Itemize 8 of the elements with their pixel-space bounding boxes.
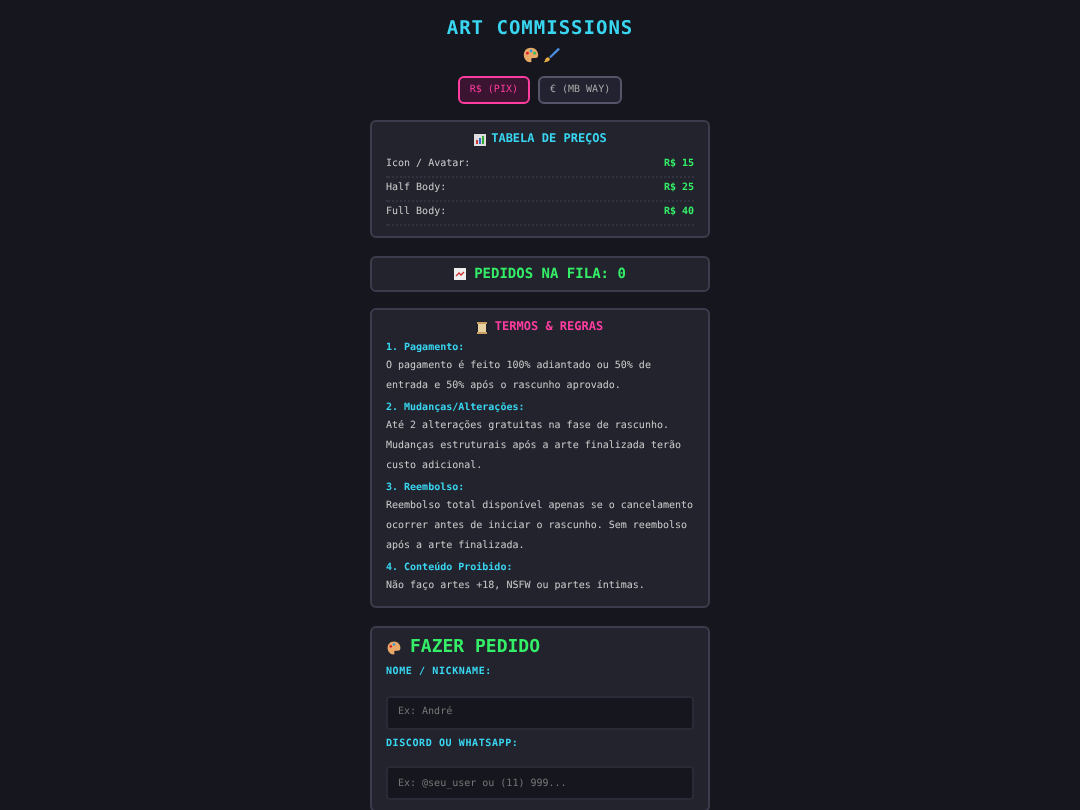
brush-icon — [541, 46, 559, 64]
chart-icon — [454, 268, 467, 280]
form-title: FAZER PEDIDO — [410, 638, 541, 658]
page-title: ART COMMISSIONS — [446, 18, 634, 40]
palette-icon — [386, 640, 402, 656]
scroll-icon — [476, 321, 489, 333]
chart-icon — [473, 133, 486, 145]
palette-icon — [521, 46, 539, 64]
